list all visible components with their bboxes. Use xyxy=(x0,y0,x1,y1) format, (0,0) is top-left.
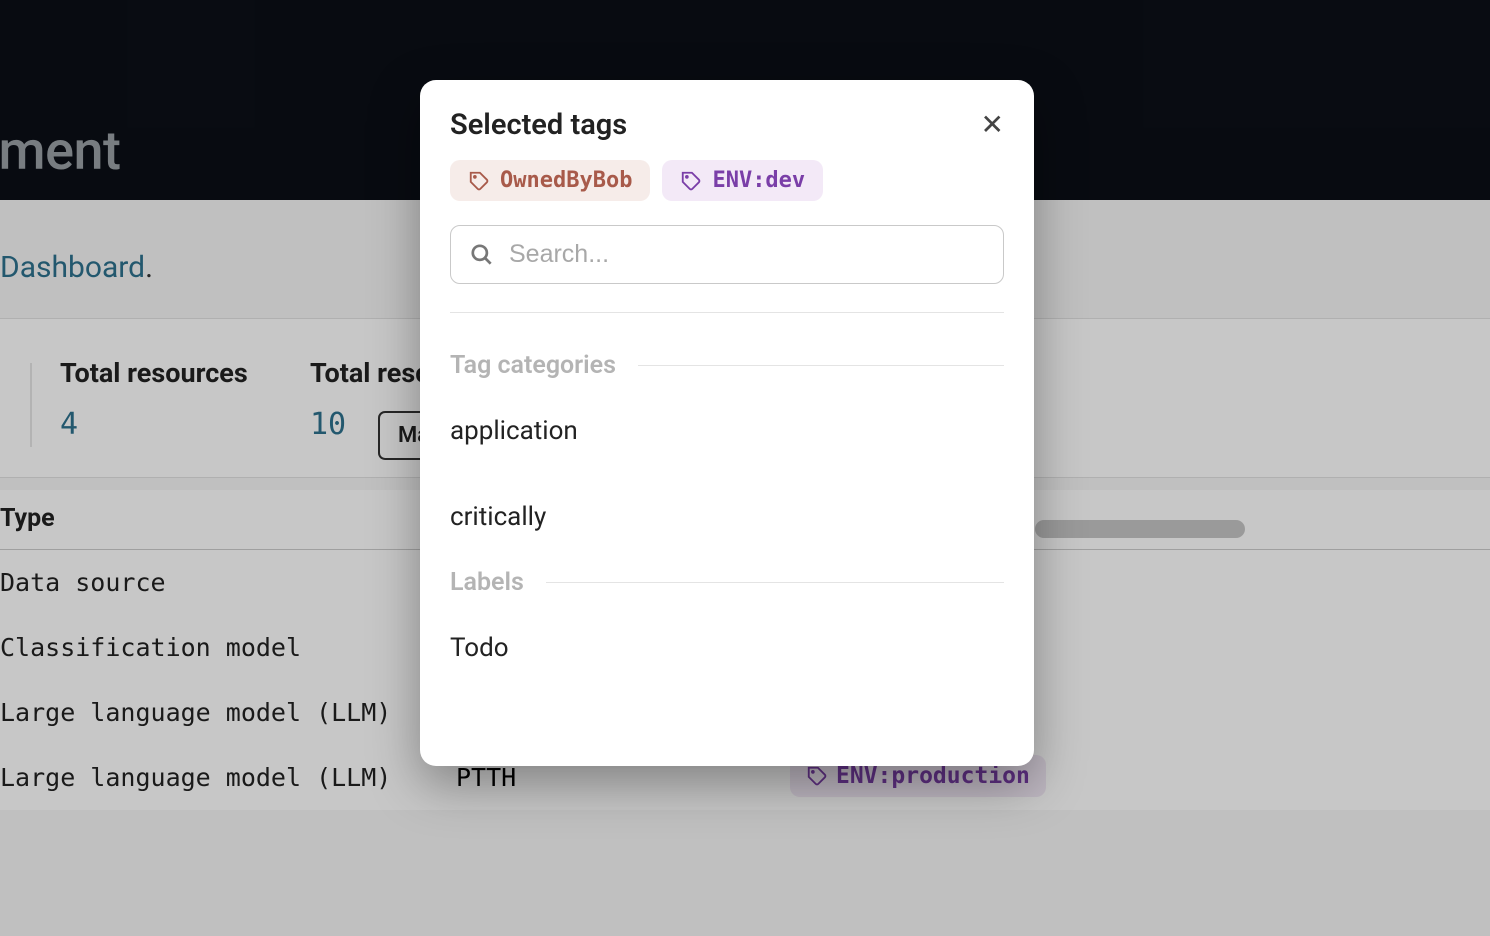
modal-divider xyxy=(450,312,1004,313)
section-header-tag-categories: Tag categories xyxy=(450,351,1004,380)
section-line xyxy=(638,365,1004,366)
search-input-wrapper[interactable] xyxy=(450,225,1004,284)
modal-body: Tag categories application critically La… xyxy=(420,323,1034,691)
selected-tags-modal: Selected tags ✕ OwnedByBob ENV:dev Tag c… xyxy=(420,80,1034,766)
modal-title: Selected tags xyxy=(450,108,627,142)
tag-category-option[interactable]: critically xyxy=(450,474,1004,560)
label-option[interactable]: Todo xyxy=(450,605,1004,691)
selected-tag-chip[interactable]: OwnedByBob xyxy=(450,160,650,201)
modal-header: Selected tags ✕ OwnedByBob ENV:dev xyxy=(420,80,1034,323)
close-icon[interactable]: ✕ xyxy=(981,111,1004,139)
section-line xyxy=(546,582,1004,583)
section-label: Tag categories xyxy=(450,351,616,380)
selected-tag-chip[interactable]: ENV:dev xyxy=(662,160,823,201)
search-input[interactable] xyxy=(509,240,985,269)
tag-icon xyxy=(680,170,702,192)
tag-icon xyxy=(468,170,490,192)
selected-tag-chip-label: OwnedByBob xyxy=(500,168,632,193)
selected-tag-chip-label: ENV:dev xyxy=(712,168,805,193)
section-label: Labels xyxy=(450,568,524,597)
tag-category-option[interactable]: application xyxy=(450,388,1004,474)
selected-tag-chips: OwnedByBob ENV:dev xyxy=(450,160,1004,201)
section-header-labels: Labels xyxy=(450,568,1004,597)
search-icon xyxy=(469,242,495,268)
